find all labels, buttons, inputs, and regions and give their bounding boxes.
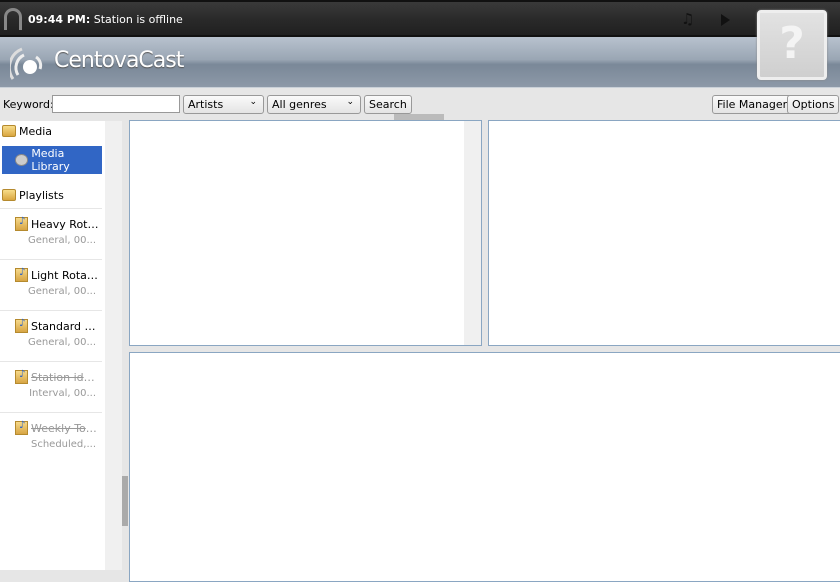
keyword-input[interactable] xyxy=(52,95,180,113)
options-button[interactable]: Options xyxy=(787,95,840,114)
playlist-title: Standard Ro... xyxy=(31,320,101,333)
header: CentovaCast xyxy=(0,37,840,88)
type-select-value: Artists xyxy=(188,98,224,111)
playlist-title: Heavy Rotat... xyxy=(31,218,101,231)
playlist-item[interactable]: Light Rotation General, 00... xyxy=(0,259,102,310)
playlist-item[interactable]: Station ident... Interval, 00... xyxy=(0,361,102,412)
status-bar: 09:44 PM: Station is offline ♫ xyxy=(0,0,840,37)
playlist-item[interactable]: Standard Ro... General, 00... xyxy=(0,310,102,361)
album-art-placeholder[interactable]: ? xyxy=(757,10,827,80)
sidebar-item-media-library[interactable]: Media Library xyxy=(2,146,102,174)
playlist-item[interactable]: Weekly Top ... Scheduled,... xyxy=(0,412,102,463)
playlist-folder-icon xyxy=(15,216,28,231)
media-section[interactable]: Media xyxy=(2,121,52,141)
playlist-item[interactable]: Heavy Rotat... General, 00... xyxy=(0,208,102,259)
playlists-label: Playlists xyxy=(19,188,64,202)
type-select[interactable]: Artists ⌄ xyxy=(183,95,264,114)
media-library-label: Media Library xyxy=(31,147,70,173)
genre-select[interactable]: All genres ⌄ xyxy=(267,95,361,114)
chevron-down-icon: ⌄ xyxy=(249,97,257,107)
broadcast-logo-icon xyxy=(10,47,43,80)
splitter-grip[interactable] xyxy=(122,476,128,526)
play-icon[interactable] xyxy=(721,14,730,26)
file-manager-button[interactable]: File Manager xyxy=(712,95,793,114)
status-message: Station is offline xyxy=(93,13,183,26)
folder-icon xyxy=(2,125,16,137)
question-mark-icon: ? xyxy=(779,18,805,69)
playlist-title: Light Rotation xyxy=(31,269,101,282)
playlist-folder-icon xyxy=(15,267,28,282)
playlist-subtitle: General, 00... xyxy=(27,337,96,348)
playlist-title: Station ident... xyxy=(31,371,101,384)
playlist-folder-icon xyxy=(15,420,28,435)
playlist-subtitle: Interval, 00... xyxy=(29,388,96,399)
playlists-section[interactable]: Playlists xyxy=(2,185,64,205)
keyword-label: Keyword: xyxy=(3,98,54,111)
sidebar-scrollbar[interactable] xyxy=(105,121,122,570)
folder-open-icon xyxy=(2,189,16,201)
playlist-folder-icon xyxy=(15,369,28,384)
albums-pane xyxy=(488,120,840,346)
playlist-subtitle: Scheduled,... xyxy=(30,439,96,450)
media-discs-icon xyxy=(15,154,29,166)
playlist-title: Weekly Top ... xyxy=(31,422,101,435)
tracks-pane xyxy=(129,352,840,582)
genre-select-value: All genres xyxy=(272,98,327,111)
playlist-folder-icon xyxy=(15,318,28,333)
logo: CentovaCast xyxy=(54,48,184,73)
status-time: 09:44 PM: xyxy=(28,13,91,26)
search-button[interactable]: Search xyxy=(364,95,412,114)
status-text: 09:44 PM: Station is offline xyxy=(28,13,183,26)
chevron-down-icon: ⌄ xyxy=(346,97,354,107)
artists-scrollbar[interactable] xyxy=(464,121,481,345)
artists-pane xyxy=(129,120,482,346)
headphones-icon xyxy=(4,8,22,30)
playlist-subtitle: General, 00... xyxy=(27,235,96,246)
playlist-subtitle: General, 00... xyxy=(27,286,96,297)
sidebar-splitter[interactable] xyxy=(122,121,128,570)
music-note-icon[interactable]: ♫ xyxy=(681,10,694,28)
media-label: Media xyxy=(19,124,53,138)
